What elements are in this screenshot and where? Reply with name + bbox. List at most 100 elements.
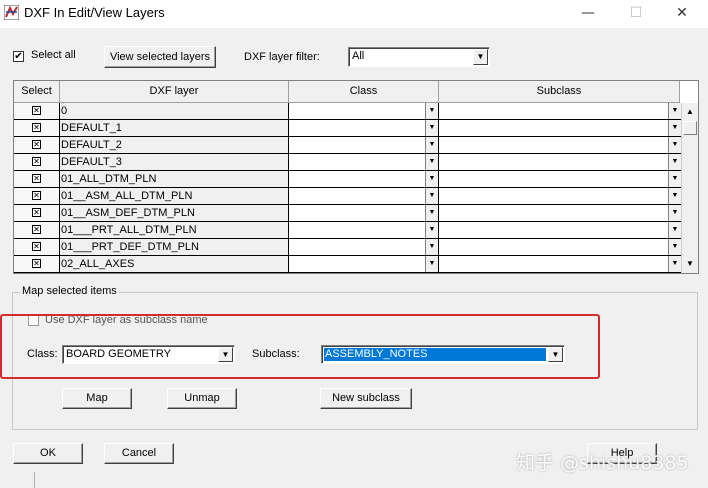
row-select-checkbox[interactable]: ✕ bbox=[32, 242, 41, 251]
row-select-checkbox[interactable]: ✕ bbox=[32, 140, 41, 149]
table-row[interactable]: ✕ 01__ASM_ALL_DTM_PLN ▼ ▼ bbox=[14, 188, 682, 205]
dxf-layer-cell: 01___PRT_DEF_DTM_PLN bbox=[60, 239, 289, 256]
dxf-layer-filter-label: DXF layer filter: bbox=[244, 51, 320, 63]
subclass-cell[interactable]: ▼ bbox=[439, 171, 682, 188]
subclass-cell[interactable]: ▼ bbox=[439, 137, 682, 154]
column-header-class[interactable]: Class bbox=[289, 81, 439, 103]
table-row[interactable]: ✕ DEFAULT_1 ▼ ▼ bbox=[14, 120, 682, 137]
chevron-down-icon[interactable]: ▼ bbox=[425, 171, 438, 187]
new-subclass-button[interactable]: New subclass bbox=[320, 388, 412, 409]
row-select-cell[interactable]: ✕ bbox=[14, 188, 60, 205]
subclass-cell[interactable]: ▼ bbox=[439, 103, 682, 120]
row-select-checkbox[interactable]: ✕ bbox=[32, 106, 41, 115]
chevron-down-icon[interactable]: ▼ bbox=[425, 137, 438, 153]
table-row[interactable]: ✕ 01__ASM_DEF_DTM_PLN ▼ ▼ bbox=[14, 205, 682, 222]
minimize-button[interactable]: — bbox=[568, 2, 608, 24]
subclass-cell[interactable]: ▼ bbox=[439, 120, 682, 137]
row-select-cell[interactable]: ✕ bbox=[14, 120, 60, 137]
chevron-down-icon[interactable]: ▼ bbox=[425, 103, 438, 119]
ok-button[interactable]: OK bbox=[13, 443, 83, 464]
dxf-layer-cell: 02_ALL_AXES bbox=[60, 256, 289, 273]
dxf-layer-cell: 01__ASM_DEF_DTM_PLN bbox=[60, 205, 289, 222]
row-select-checkbox[interactable]: ✕ bbox=[32, 123, 41, 132]
class-cell[interactable]: ▼ bbox=[289, 256, 439, 273]
chevron-down-icon[interactable]: ▼ bbox=[425, 188, 438, 204]
subclass-cell[interactable]: ▼ bbox=[439, 239, 682, 256]
chevron-down-icon[interactable]: ▼ bbox=[668, 222, 681, 238]
class-cell[interactable]: ▼ bbox=[289, 103, 439, 120]
chevron-down-icon[interactable]: ▼ bbox=[425, 239, 438, 255]
select-all-checkbox[interactable]: ✔ bbox=[13, 51, 24, 62]
dxf-layer-cell: 01___PRT_ALL_DTM_PLN bbox=[60, 222, 289, 239]
dxf-layer-filter-select[interactable]: All ▼ bbox=[348, 47, 490, 67]
row-select-checkbox[interactable]: ✕ bbox=[32, 225, 41, 234]
table-row[interactable]: ✕ 01_ALL_DTM_PLN ▼ ▼ bbox=[14, 171, 682, 188]
chevron-down-icon[interactable]: ▼ bbox=[668, 120, 681, 136]
checkmark-icon: ✕ bbox=[33, 174, 40, 183]
table-row[interactable]: ✕ 02_ALL_AXES ▼ ▼ bbox=[14, 256, 682, 273]
class-cell[interactable]: ▼ bbox=[289, 205, 439, 222]
row-select-cell[interactable]: ✕ bbox=[14, 103, 60, 120]
table-row[interactable]: ✕ 01___PRT_DEF_DTM_PLN ▼ ▼ bbox=[14, 239, 682, 256]
table-row[interactable]: ✕ DEFAULT_2 ▼ ▼ bbox=[14, 137, 682, 154]
chevron-down-icon[interactable]: ▼ bbox=[668, 171, 681, 187]
class-cell[interactable]: ▼ bbox=[289, 171, 439, 188]
subclass-cell[interactable]: ▼ bbox=[439, 154, 682, 171]
table-row[interactable]: ✕ DEFAULT_3 ▼ ▼ bbox=[14, 154, 682, 171]
row-select-cell[interactable]: ✕ bbox=[14, 137, 60, 154]
class-cell[interactable]: ▼ bbox=[289, 188, 439, 205]
chevron-down-icon[interactable]: ▼ bbox=[425, 154, 438, 170]
column-header-dxf-layer[interactable]: DXF layer bbox=[60, 81, 289, 103]
row-select-cell[interactable]: ✕ bbox=[14, 171, 60, 188]
class-cell[interactable]: ▼ bbox=[289, 137, 439, 154]
column-header-subclass[interactable]: Subclass bbox=[439, 81, 680, 103]
grid-scrollbar[interactable]: ▲ ▼ bbox=[681, 103, 698, 273]
table-row[interactable]: ✕ 0 ▼ ▼ bbox=[14, 103, 682, 120]
chevron-down-icon[interactable]: ▼ bbox=[668, 137, 681, 153]
class-cell[interactable]: ▼ bbox=[289, 222, 439, 239]
chevron-down-icon[interactable]: ▼ bbox=[668, 154, 681, 170]
chevron-down-icon[interactable]: ▼ bbox=[668, 256, 681, 272]
chevron-down-icon[interactable]: ▼ bbox=[473, 49, 488, 65]
row-select-cell[interactable]: ✕ bbox=[14, 239, 60, 256]
column-header-select[interactable]: Select bbox=[14, 81, 60, 103]
row-select-checkbox[interactable]: ✕ bbox=[32, 157, 41, 166]
subclass-cell[interactable]: ▼ bbox=[439, 188, 682, 205]
row-select-checkbox[interactable]: ✕ bbox=[32, 174, 41, 183]
maximize-button[interactable]: ☐ bbox=[616, 2, 656, 24]
row-select-checkbox[interactable]: ✕ bbox=[32, 208, 41, 217]
chevron-down-icon[interactable]: ▼ bbox=[425, 205, 438, 221]
window-title: DXF In Edit/View Layers bbox=[24, 5, 165, 20]
subclass-cell[interactable]: ▼ bbox=[439, 222, 682, 239]
dxf-layer-cell: 0 bbox=[60, 103, 289, 120]
class-cell[interactable]: ▼ bbox=[289, 120, 439, 137]
table-row[interactable]: ✕ 01___PRT_ALL_DTM_PLN ▼ ▼ bbox=[14, 222, 682, 239]
class-cell[interactable]: ▼ bbox=[289, 154, 439, 171]
chevron-down-icon[interactable]: ▼ bbox=[668, 239, 681, 255]
row-select-checkbox[interactable]: ✕ bbox=[32, 191, 41, 200]
row-select-checkbox[interactable]: ✕ bbox=[32, 259, 41, 268]
scroll-down-icon[interactable]: ▼ bbox=[683, 257, 697, 271]
class-cell[interactable]: ▼ bbox=[289, 239, 439, 256]
view-selected-layers-button[interactable]: View selected layers bbox=[104, 46, 216, 68]
row-select-cell[interactable]: ✕ bbox=[14, 154, 60, 171]
chevron-down-icon[interactable]: ▼ bbox=[668, 188, 681, 204]
cancel-button[interactable]: Cancel bbox=[104, 443, 174, 464]
map-button[interactable]: Map bbox=[62, 388, 132, 409]
subclass-cell[interactable]: ▼ bbox=[439, 256, 682, 273]
select-all-label: Select all bbox=[31, 49, 76, 61]
row-select-cell[interactable]: ✕ bbox=[14, 205, 60, 222]
scroll-thumb[interactable] bbox=[683, 121, 697, 135]
row-select-cell[interactable]: ✕ bbox=[14, 222, 60, 239]
chevron-down-icon[interactable]: ▼ bbox=[425, 120, 438, 136]
chevron-down-icon[interactable]: ▼ bbox=[425, 256, 438, 272]
chevron-down-icon[interactable]: ▼ bbox=[425, 222, 438, 238]
dxf-layer-cell: DEFAULT_3 bbox=[60, 154, 289, 171]
close-button[interactable]: ✕ bbox=[662, 2, 702, 24]
chevron-down-icon[interactable]: ▼ bbox=[668, 205, 681, 221]
row-select-cell[interactable]: ✕ bbox=[14, 256, 60, 273]
chevron-down-icon[interactable]: ▼ bbox=[668, 103, 681, 119]
subclass-cell[interactable]: ▼ bbox=[439, 205, 682, 222]
scroll-up-icon[interactable]: ▲ bbox=[683, 105, 697, 119]
unmap-button[interactable]: Unmap bbox=[167, 388, 237, 409]
